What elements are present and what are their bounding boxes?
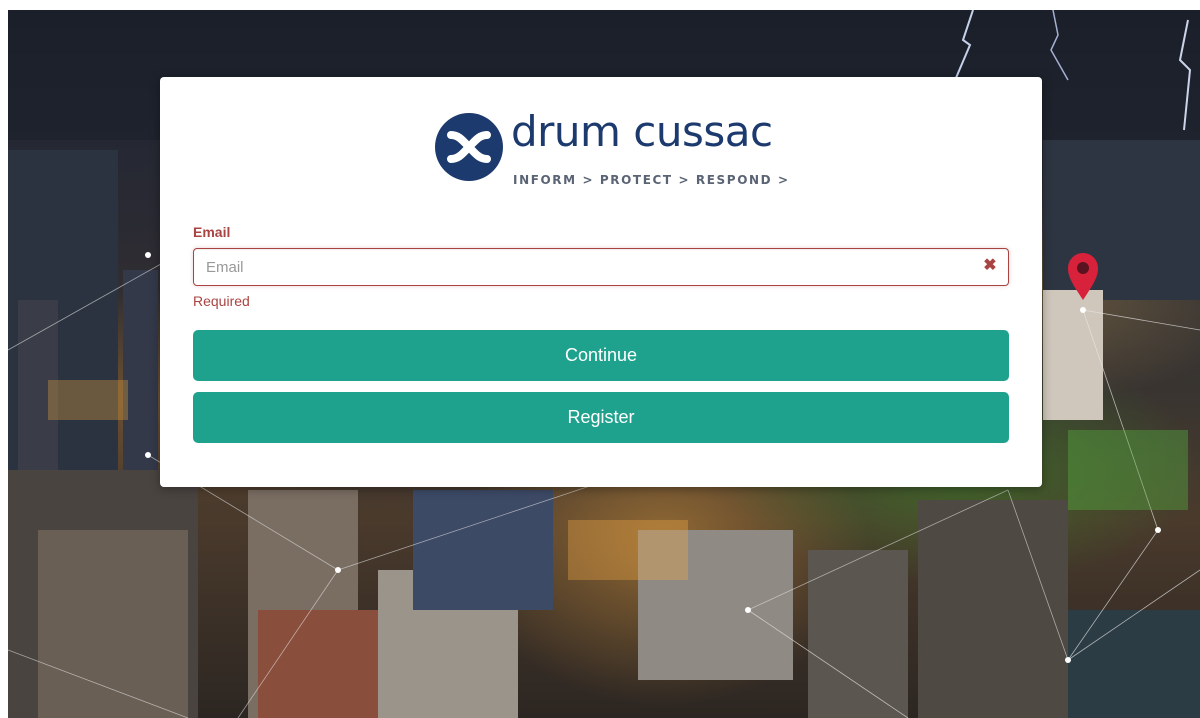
email-field-wrapper: ✖ (193, 248, 1009, 286)
register-button[interactable]: Register (193, 392, 1009, 443)
brand-name: drum cussac (511, 107, 773, 156)
login-card: drum cussac INFORM > PROTECT > RESPOND >… (160, 77, 1042, 487)
continue-button[interactable]: Continue (193, 330, 1009, 381)
brand-tagline: INFORM > PROTECT > RESPOND > (513, 173, 790, 187)
close-icon[interactable]: ✖ (982, 258, 998, 274)
email-label: Email (193, 224, 231, 240)
x-mark-icon (435, 113, 503, 181)
email-field[interactable] (193, 248, 1009, 286)
brand-logo: drum cussac INFORM > PROTECT > RESPOND > (435, 107, 788, 191)
email-error-message: Required (193, 293, 250, 309)
